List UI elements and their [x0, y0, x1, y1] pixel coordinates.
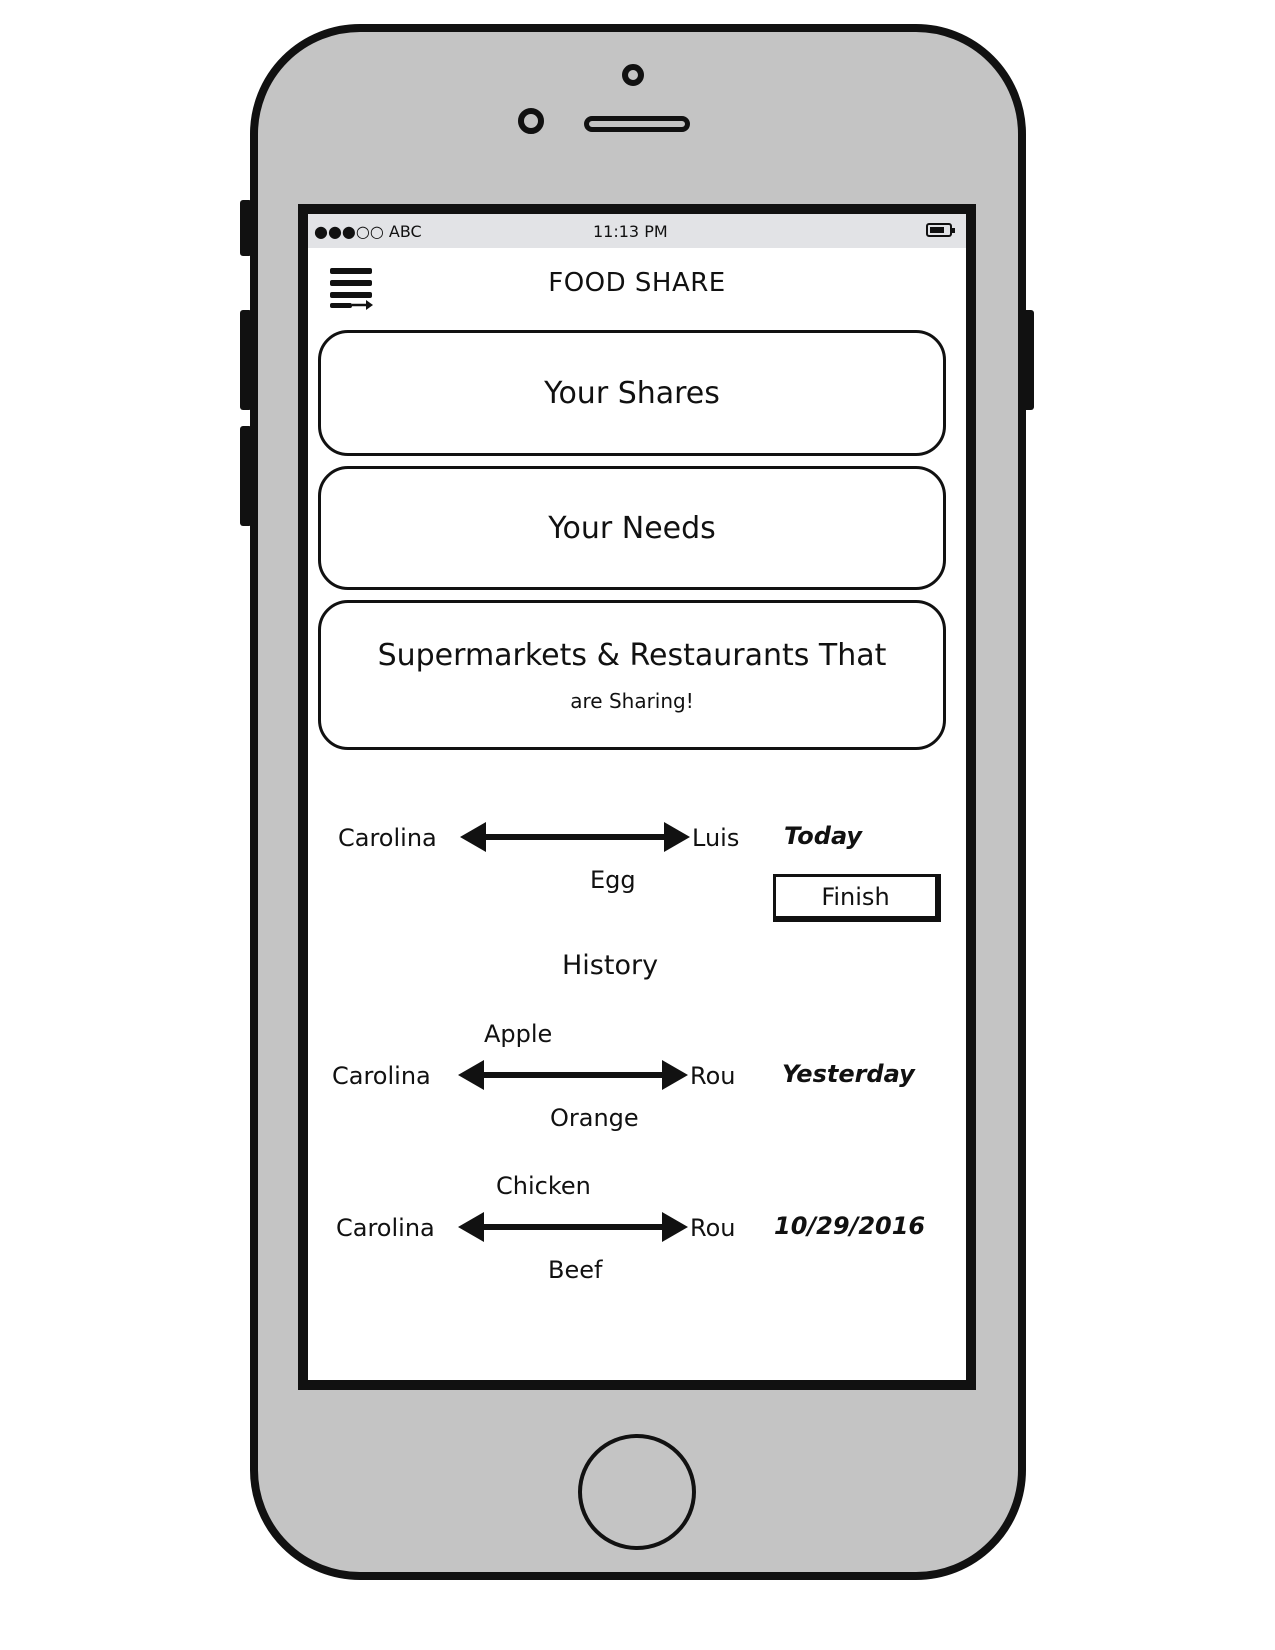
- exchange-from: Carolina: [338, 824, 437, 852]
- home-button[interactable]: [578, 1434, 696, 1550]
- exchange-date: Today: [784, 822, 863, 850]
- history-arrow-icon: [458, 1060, 688, 1090]
- partners-button[interactable]: Supermarkets & Restaurants That are Shar…: [318, 600, 946, 750]
- history-from: Carolina: [332, 1062, 431, 1090]
- history-item-bottom: Beef: [548, 1256, 603, 1284]
- history-to: Rou: [690, 1214, 736, 1242]
- status-time: 11:13 PM: [593, 222, 668, 241]
- history-item-bottom: Orange: [550, 1104, 639, 1132]
- history-heading: History: [562, 950, 659, 981]
- history-arrow-icon: [458, 1212, 688, 1242]
- exchange-item: Egg: [590, 866, 636, 894]
- partners-label: Supermarkets & Restaurants That: [377, 637, 887, 673]
- your-shares-button[interactable]: Your Shares: [318, 330, 946, 456]
- phone-screen: ●●●○○ ABC 11:13 PM FOOD SHARE Your Share…: [298, 204, 976, 1390]
- proximity-sensor: [518, 108, 544, 134]
- your-needs-label: Your Needs: [548, 510, 716, 546]
- history-item-top: Apple: [484, 1020, 553, 1048]
- status-bar: ●●●○○ ABC 11:13 PM: [308, 214, 966, 248]
- history-from: Carolina: [336, 1214, 435, 1242]
- app-title: FOOD SHARE: [548, 268, 726, 298]
- your-needs-button[interactable]: Your Needs: [318, 466, 946, 590]
- finish-button-label: Finish: [821, 882, 890, 911]
- page: ●●●○○ ABC 11:13 PM FOOD SHARE Your Share…: [0, 0, 1275, 1650]
- earpiece-speaker: [584, 116, 690, 132]
- history-date: 10/29/2016: [774, 1212, 926, 1240]
- your-shares-label: Your Shares: [544, 375, 720, 411]
- finish-button[interactable]: Finish: [773, 874, 941, 922]
- carrier-signal: ●●●○○ ABC: [314, 222, 422, 241]
- battery-icon: [926, 223, 955, 237]
- history-item-top: Chicken: [496, 1172, 591, 1200]
- exchange-to: Luis: [692, 824, 740, 852]
- partners-sublabel: are Sharing!: [570, 688, 694, 713]
- exchange-arrow-icon: [460, 822, 690, 852]
- history-date: Yesterday: [782, 1060, 915, 1088]
- front-camera: [622, 64, 644, 86]
- history-to: Rou: [690, 1062, 736, 1090]
